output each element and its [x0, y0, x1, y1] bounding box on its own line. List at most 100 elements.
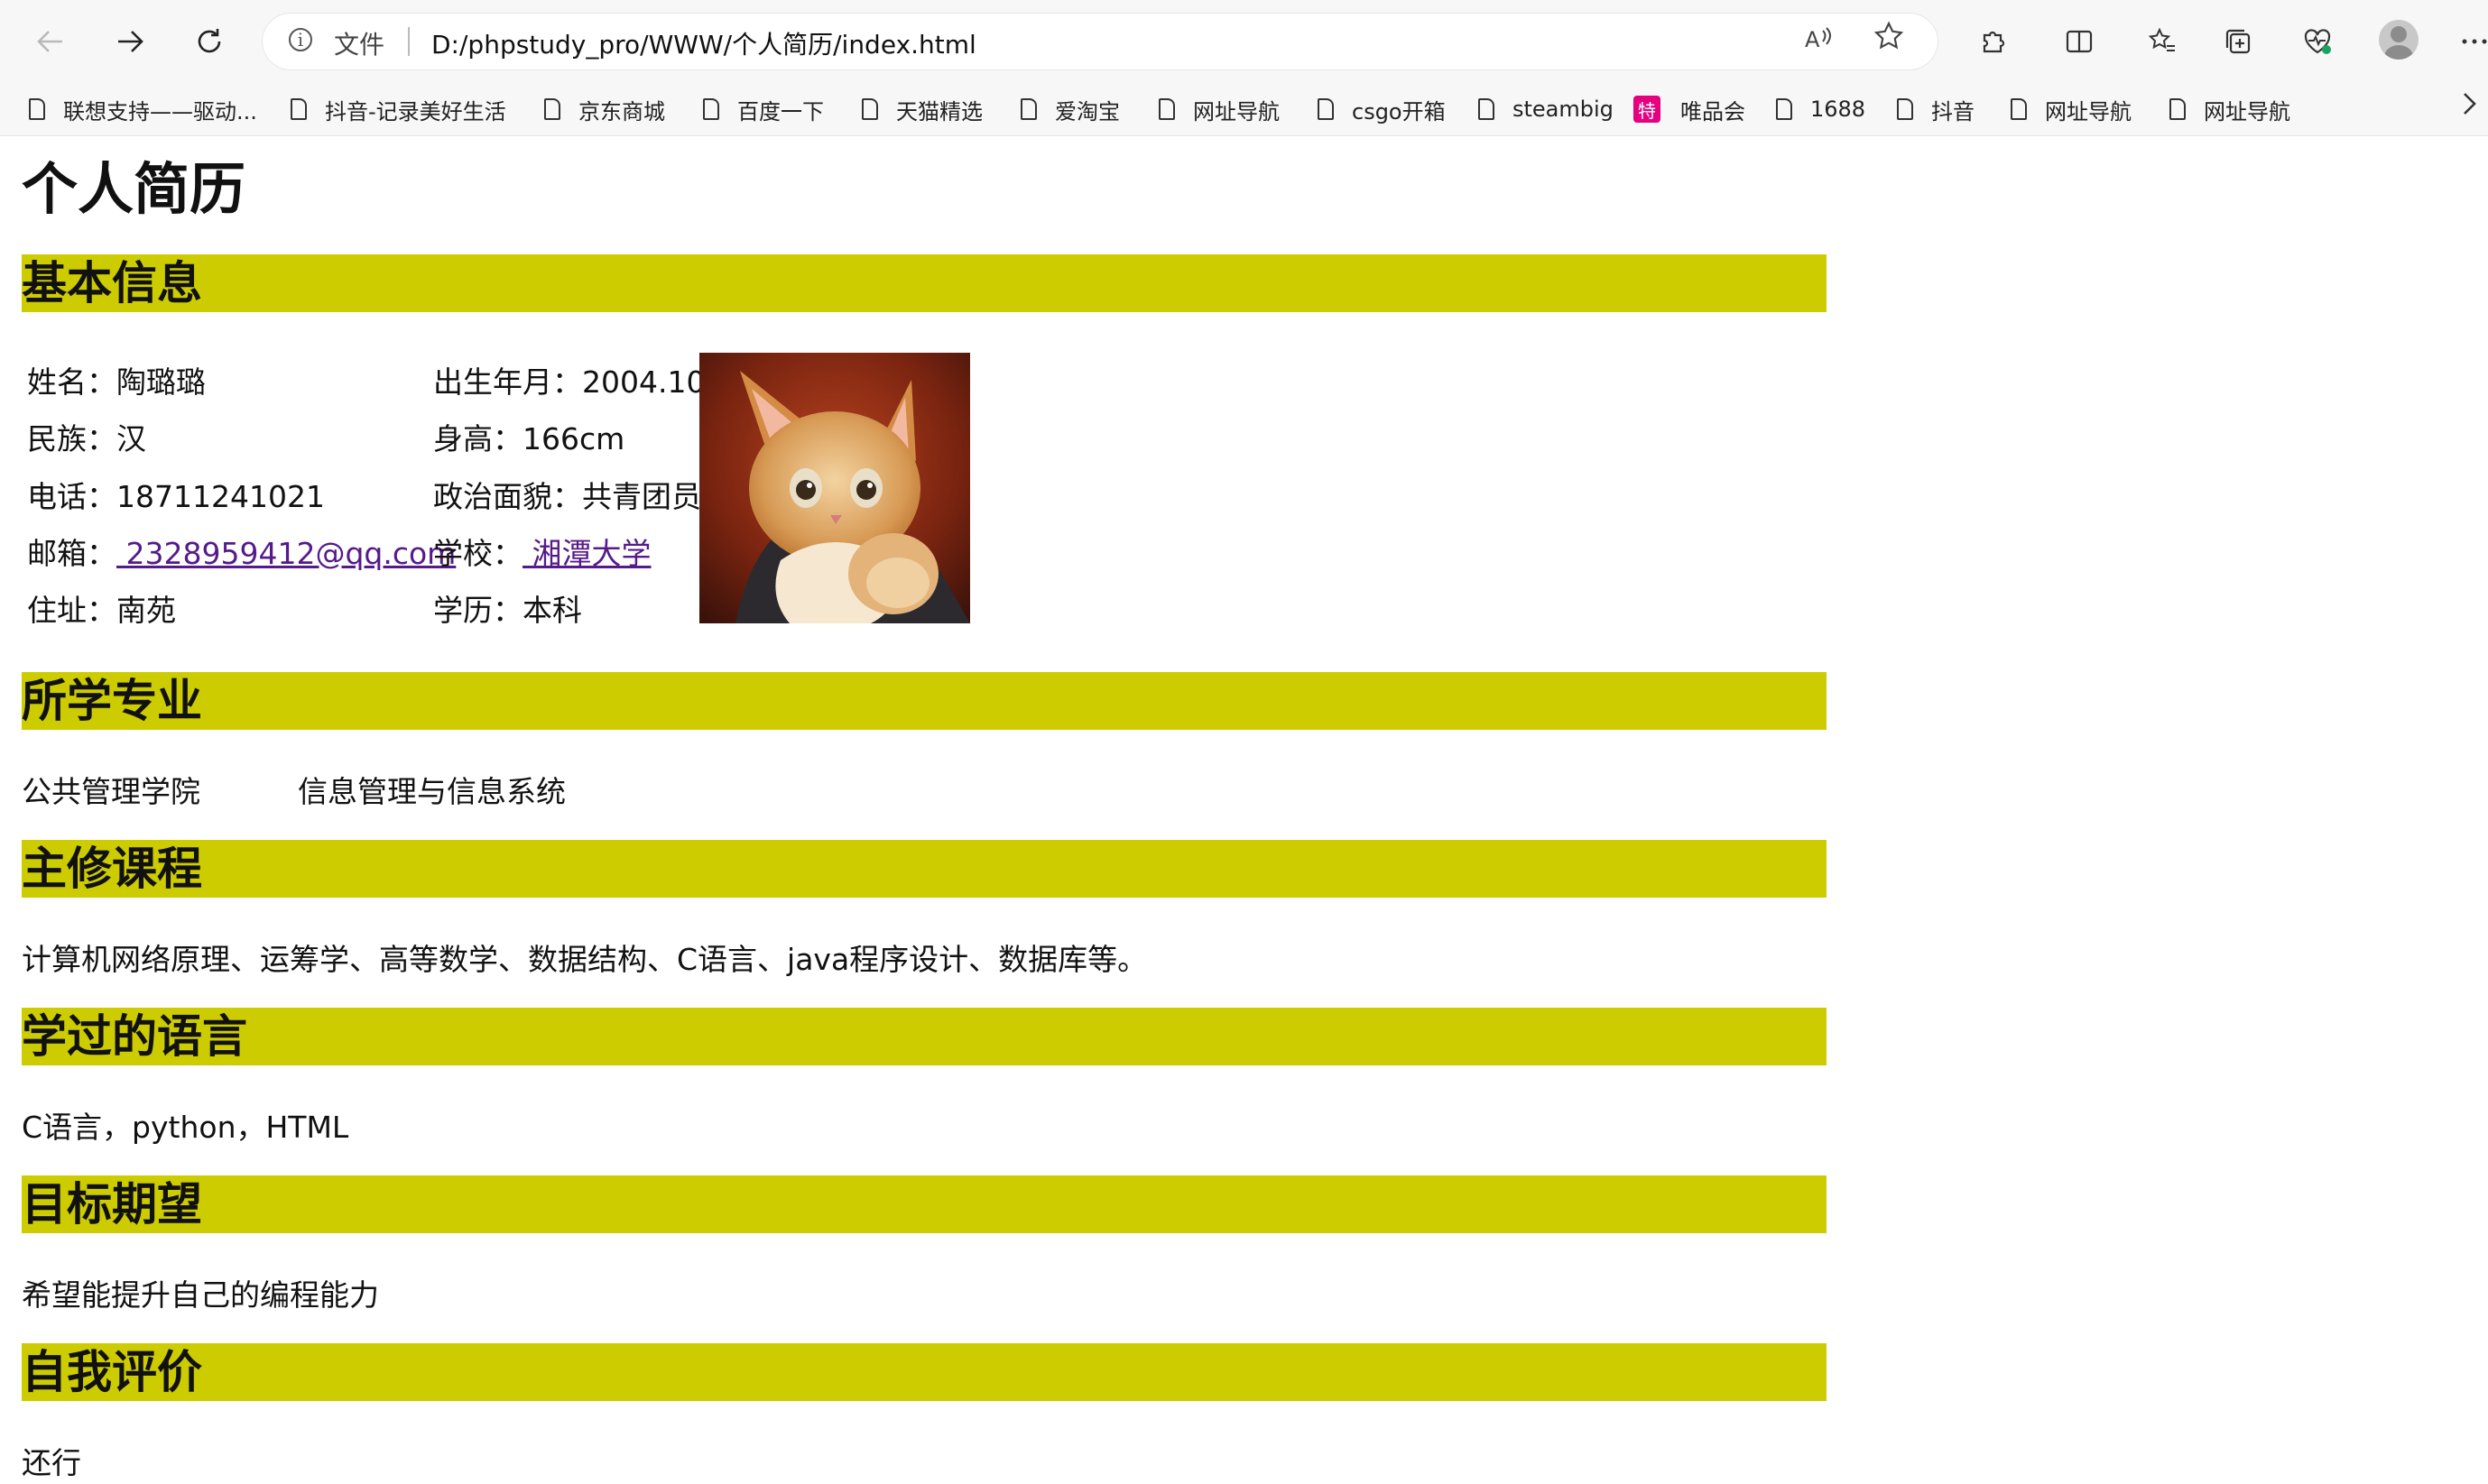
- bookmark-label: 网址导航: [2204, 98, 2290, 124]
- heart-pulse-icon: [2304, 29, 2331, 54]
- page-icon: [1318, 98, 1334, 120]
- bookmark-item[interactable]: 网址导航: [1159, 92, 1280, 126]
- bookmark-item[interactable]: 1688: [1776, 92, 1865, 126]
- bookmark-item[interactable]: 抖音-记录美好生活: [291, 92, 506, 126]
- page-icon: [1021, 98, 1037, 120]
- bookmark-item[interactable]: 网址导航: [2169, 92, 2290, 126]
- school-row: 学校： 湘潭大学: [433, 530, 652, 573]
- bookmark-item[interactable]: steambig: [1478, 92, 1614, 126]
- section-header-goals: 目标期望: [22, 1175, 1827, 1233]
- page-icon: [862, 98, 878, 120]
- back-arrow-icon: [37, 31, 62, 52]
- bookmark-item[interactable]: 网址导航: [2011, 92, 2132, 126]
- bookmark-label: 网址导航: [1193, 98, 1280, 124]
- page-icon: [544, 98, 560, 120]
- section-header-self-eval: 自我评价: [22, 1343, 1827, 1401]
- bookmark-item[interactable]: 百度一下: [703, 92, 824, 126]
- bookmark-item[interactable]: 抖音: [1897, 92, 1975, 126]
- goals-text: 希望能提升自己的编程能力: [22, 1277, 379, 1313]
- birth-row: 出生年月：2004.10: [433, 358, 705, 401]
- bookmark-item[interactable]: 特唯品会: [1633, 92, 1745, 126]
- page-icon: [1897, 98, 1913, 120]
- address-bar[interactable]: i 文件 D:/phpstudy_pro/WWW/个人简历/index.html…: [262, 13, 1938, 70]
- page-title: 个人简历: [22, 156, 246, 222]
- split-screen-icon: [2066, 30, 2093, 53]
- political-value: 共青团员: [582, 479, 701, 514]
- education-value: 本科: [523, 593, 582, 628]
- height-label: 身高：: [433, 421, 523, 456]
- bookmark-label: 百度一下: [737, 98, 824, 124]
- chevron-right-icon[interactable]: [2459, 88, 2481, 127]
- bookmark-item[interactable]: 爱淘宝: [1021, 92, 1120, 126]
- section-header-languages: 学过的语言: [22, 1008, 1827, 1065]
- bookmark-label: csgo开箱: [1352, 98, 1446, 124]
- bookmark-item[interactable]: 京东商城: [544, 92, 665, 126]
- split-screen-button[interactable]: [2054, 16, 2104, 67]
- reload-button[interactable]: [184, 16, 235, 67]
- address-value: 南苑: [116, 593, 176, 628]
- page-icon: [291, 98, 307, 120]
- read-aloud-icon[interactable]: A: [1803, 23, 1834, 61]
- languages-text: C语言，python，HTML: [22, 1110, 349, 1145]
- back-button[interactable]: [25, 16, 76, 67]
- phone-value: 18711241021: [116, 479, 325, 514]
- email-link[interactable]: 2328959412@qq.com: [116, 536, 456, 571]
- bookmark-item[interactable]: csgo开箱: [1318, 92, 1446, 126]
- education-row: 学历：本科: [433, 586, 582, 630]
- favorite-star-icon[interactable]: [1873, 20, 1905, 60]
- bookmark-label: 抖音: [1931, 98, 1975, 124]
- vip-logo-icon: 特: [1633, 96, 1660, 123]
- address-label: 住址：: [27, 593, 116, 628]
- name-label: 姓名：: [27, 364, 116, 400]
- settings-menu-button[interactable]: [2449, 16, 2488, 67]
- section-header-basic-info: 基本信息: [22, 254, 1827, 312]
- college-text: 公共管理学院: [22, 774, 200, 809]
- name-row: 姓名：陶璐璐: [27, 358, 206, 401]
- section-header-major: 所学专业: [22, 672, 1827, 730]
- page-icon: [2011, 98, 2027, 120]
- forward-arrow-icon: [118, 31, 143, 52]
- puzzle-icon: [1983, 31, 2005, 53]
- page-content: 个人简历 基本信息 姓名：陶璐璐 民族：汉 电话：18711241021 邮箱：…: [0, 136, 2488, 1484]
- section-header-courses: 主修课程: [22, 840, 1827, 898]
- phone-row: 电话：18711241021: [27, 473, 325, 516]
- bookmark-label: 1688: [1810, 97, 1866, 122]
- page-icon: [703, 98, 719, 120]
- favorites-list-icon: [2148, 27, 2175, 51]
- page-icon: [2169, 98, 2186, 120]
- school-label: 学校：: [433, 536, 523, 571]
- height-value: 166cm: [523, 421, 625, 456]
- page-icon: [29, 98, 45, 120]
- bookmark-item[interactable]: 天猫精选: [862, 92, 983, 126]
- ethnicity-label: 民族：: [27, 421, 116, 456]
- education-label: 学历：: [433, 593, 523, 628]
- site-info-icon[interactable]: i: [289, 28, 312, 51]
- extensions-button[interactable]: [1967, 16, 2018, 67]
- bookmarks-bar: 联想支持——驱动... 抖音-记录美好生活 京东商城 百度一下 天猫精选 爱淘宝…: [0, 83, 2488, 136]
- favorites-button[interactable]: [2137, 16, 2187, 67]
- name-value: 陶璐璐: [116, 364, 206, 400]
- bookmark-label: 爱淘宝: [1055, 98, 1120, 124]
- ethnicity-value: 汉: [116, 421, 146, 456]
- collections-button[interactable]: [2213, 16, 2263, 67]
- svg-text:A: A: [1805, 27, 1820, 52]
- birth-label: 出生年月：: [433, 364, 582, 400]
- url-text[interactable]: D:/phpstudy_pro/WWW/个人简历/index.html: [431, 25, 976, 61]
- phone-label: 电话：: [27, 479, 116, 514]
- bookmark-label: 抖音-记录美好生活: [325, 98, 506, 124]
- bookmark-label: steambig: [1512, 97, 1614, 122]
- political-label: 政治面貌：: [433, 479, 582, 514]
- birth-value: 2004.10: [582, 364, 706, 400]
- browser-chrome: i 文件 D:/phpstudy_pro/WWW/个人简历/index.html…: [0, 0, 2488, 136]
- profile-avatar[interactable]: [2379, 20, 2419, 60]
- bookmark-label: 唯品会: [1680, 98, 1745, 124]
- bookmark-item[interactable]: 联想支持——驱动...: [29, 92, 257, 126]
- bookmark-label: 天猫精选: [896, 98, 983, 124]
- school-link[interactable]: 湘潭大学: [523, 536, 651, 571]
- bookmark-label: 网址导航: [2045, 98, 2132, 124]
- political-row: 政治面貌：共青团员: [433, 473, 701, 516]
- browser-essentials-button[interactable]: [2292, 16, 2343, 67]
- forward-button[interactable]: [105, 16, 155, 67]
- courses-text: 计算机网络原理、运筹学、高等数学、数据结构、C语言、java程序设计、数据库等。: [22, 942, 1148, 977]
- address-row: 住址：南苑: [27, 586, 176, 630]
